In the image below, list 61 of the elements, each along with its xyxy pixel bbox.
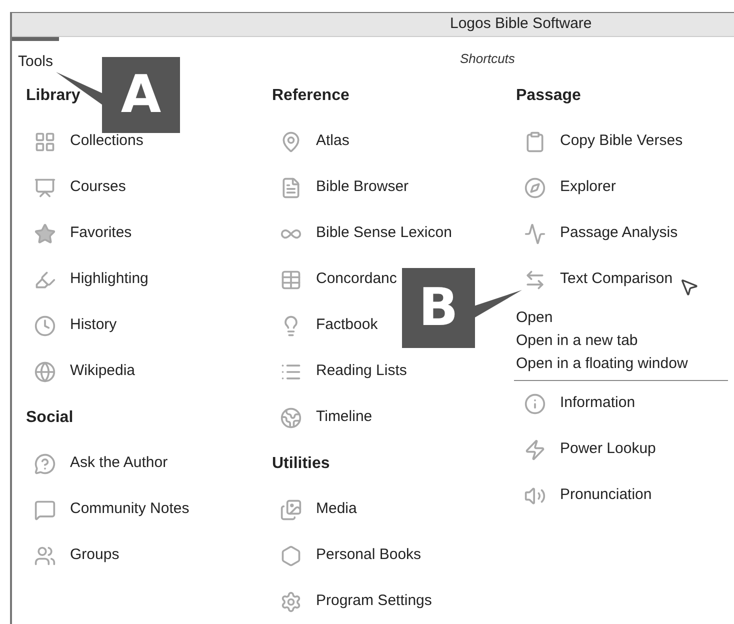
- tool-link[interactable]: History: [70, 314, 117, 337]
- tool-link[interactable]: Passage Analysis: [560, 222, 678, 245]
- tool-link[interactable]: Courses: [70, 176, 126, 199]
- tool-link[interactable]: Highlighting: [70, 268, 148, 291]
- tool-link[interactable]: Text Comparison: [560, 268, 673, 291]
- question-bubble-icon: [34, 452, 56, 474]
- grid-icon: [34, 130, 56, 152]
- tool-link[interactable]: Timeline: [316, 406, 372, 429]
- tool-link[interactable]: Personal Books: [316, 544, 422, 567]
- compass-icon: [524, 176, 546, 198]
- callout-label: A: [102, 57, 180, 133]
- table-icon: [280, 268, 302, 290]
- tool-link[interactable]: Bible Sense Lexicon: [316, 222, 452, 245]
- menu-item[interactable]: Open: [516, 306, 728, 330]
- section-heading: Passage: [516, 86, 581, 106]
- tool-link[interactable]: Groups: [70, 544, 120, 567]
- clock-icon: [34, 314, 56, 336]
- section-heading: Utilities: [272, 454, 330, 474]
- tab[interactable]: Tools: [12, 36, 60, 75]
- swap-arrows-icon: [524, 268, 546, 290]
- images-icon: [280, 498, 302, 520]
- tool-link[interactable]: Information: [560, 392, 636, 415]
- tool-link[interactable]: Concordanc: [316, 268, 397, 291]
- globe-icon: [280, 406, 302, 428]
- tool-link[interactable]: Atlas: [316, 130, 350, 153]
- section-heading: Reference: [272, 86, 350, 106]
- window-title: Logos Bible Software: [450, 14, 592, 34]
- menu-item[interactable]: Open in a new tab: [516, 330, 728, 352]
- tool-link[interactable]: Bible Browser: [316, 176, 409, 199]
- hexagon-icon: [280, 544, 302, 566]
- tool-link[interactable]: Wikipedia: [70, 360, 136, 383]
- speech-bubble-icon: [34, 498, 56, 520]
- map-pin-icon: [280, 130, 302, 152]
- tool-link[interactable]: Reading Lists: [316, 360, 407, 383]
- tool-link[interactable]: Copy Bible Verses: [560, 130, 683, 153]
- globe-icon: [34, 360, 56, 382]
- tool-link[interactable]: Favorites: [70, 222, 132, 245]
- pulse-chart-icon: [524, 222, 546, 244]
- lightning-icon: [524, 438, 546, 460]
- shortcuts-label: Shortcuts: [460, 50, 515, 68]
- tool-link[interactable]: Collections: [70, 130, 144, 153]
- tool-link[interactable]: Factbook: [316, 314, 378, 337]
- star-icon: [34, 222, 56, 244]
- info-icon: [524, 392, 546, 414]
- menu-item[interactable]: Open in a floating window: [516, 352, 728, 376]
- tool-link[interactable]: Community Notes: [70, 498, 190, 521]
- tool-link[interactable]: Media: [316, 498, 357, 521]
- document-icon: [280, 176, 302, 198]
- tool-link[interactable]: Ask the Author: [70, 452, 168, 475]
- presentation-board-icon: [34, 176, 56, 198]
- clipboard-icon: [524, 130, 546, 152]
- callout-label: B: [402, 268, 475, 348]
- tool-link[interactable]: Power Lookup: [560, 438, 656, 461]
- tool-link[interactable]: Pronunciation: [560, 484, 652, 507]
- tool-link[interactable]: Explorer: [560, 176, 616, 199]
- section-heading: Library: [26, 86, 80, 106]
- section-heading: Social: [26, 408, 74, 428]
- people-icon: [34, 544, 56, 566]
- settings-icon: [280, 590, 302, 612]
- tool-link[interactable]: Program Settings: [316, 590, 432, 613]
- highlighter-icon: [34, 268, 56, 290]
